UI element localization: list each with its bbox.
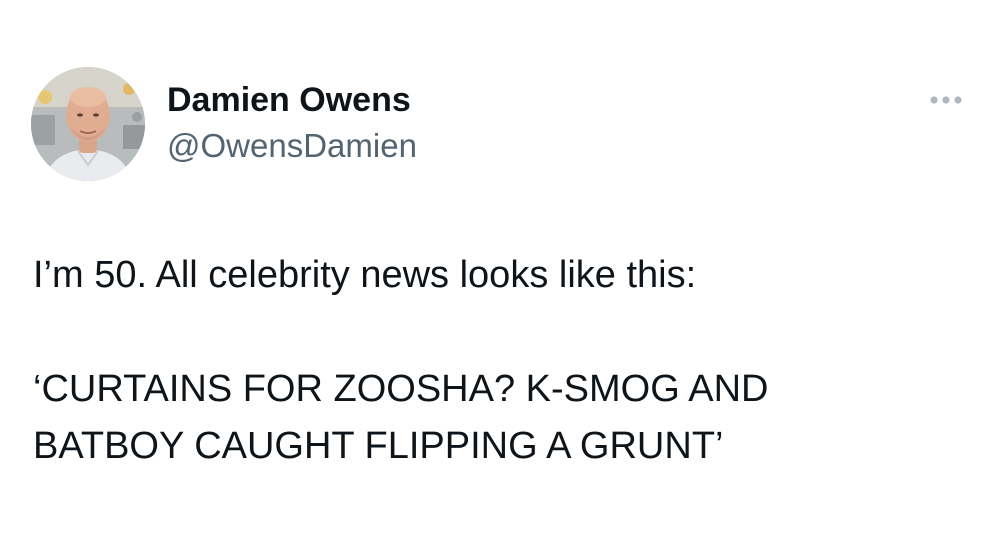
avatar[interactable] xyxy=(31,67,145,181)
tweet-text-line-2: ‘CURTAINS FOR ZOOSHA? K-SMOG AND BATBOY … xyxy=(33,368,769,467)
tweet-text-line-1: I’m 50. All celebrity news looks like th… xyxy=(33,254,697,296)
tweet-card: Damien Owens @OwensDamien I’m 50. All ce… xyxy=(0,0,1000,552)
tweet-text: I’m 50. All celebrity news looks like th… xyxy=(33,247,973,475)
more-horizontal-icon xyxy=(930,96,962,104)
more-options-button[interactable] xyxy=(922,88,970,112)
author-display-name[interactable]: Damien Owens xyxy=(167,80,411,120)
avatar-photo-icon xyxy=(31,67,145,181)
author-handle[interactable]: @OwensDamien xyxy=(167,126,417,166)
